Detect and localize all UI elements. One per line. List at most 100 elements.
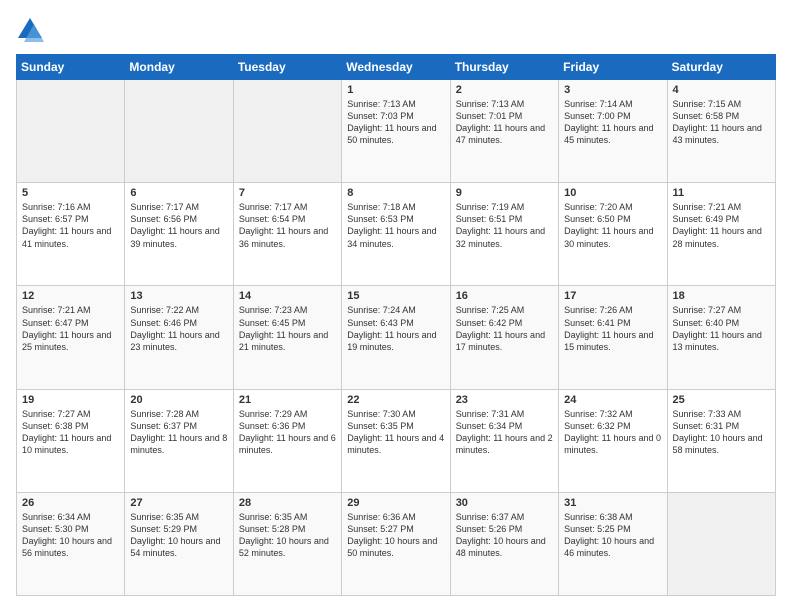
calendar-cell: 20 Sunrise: 7:28 AM Sunset: 6:37 PM Dayli… <box>125 389 233 492</box>
day-number: 31 <box>564 497 661 509</box>
day-number: 13 <box>130 290 227 302</box>
cell-daylight-info: Sunrise: 7:27 AM Sunset: 6:38 PM Dayligh… <box>22 408 119 457</box>
calendar-cell <box>125 80 233 183</box>
cell-daylight-info: Sunrise: 7:28 AM Sunset: 6:37 PM Dayligh… <box>130 408 227 457</box>
day-number: 21 <box>239 394 336 406</box>
calendar-cell: 19 Sunrise: 7:27 AM Sunset: 6:38 PM Dayli… <box>17 389 125 492</box>
day-number: 29 <box>347 497 444 509</box>
calendar-cell: 14Sunrise: 7:23 AM Sunset: 6:45 PM Dayli… <box>233 286 341 389</box>
cell-daylight-info: Sunrise: 6:36 AM Sunset: 5:27 PM Dayligh… <box>347 511 444 560</box>
cell-daylight-info: Sunrise: 7:15 AM Sunset: 6:58 PM Dayligh… <box>673 98 770 147</box>
logo-icon <box>16 16 44 44</box>
calendar-week-row: 26Sunrise: 6:34 AM Sunset: 5:30 PM Dayli… <box>17 492 776 595</box>
day-number: 10 <box>564 187 661 199</box>
weekday-header: Thursday <box>450 55 558 80</box>
weekday-header: Wednesday <box>342 55 450 80</box>
logo <box>16 16 48 44</box>
day-number: 27 <box>130 497 227 509</box>
cell-daylight-info: Sunrise: 6:37 AM Sunset: 5:26 PM Dayligh… <box>456 511 553 560</box>
cell-daylight-info: Sunrise: 7:13 AM Sunset: 7:01 PM Dayligh… <box>456 98 553 147</box>
cell-daylight-info: Sunrise: 7:25 AM Sunset: 6:42 PM Dayligh… <box>456 304 553 353</box>
calendar-week-row: 12 Sunrise: 7:21 AM Sunset: 6:47 PM Dayli… <box>17 286 776 389</box>
cell-daylight-info: Sunrise: 7:30 AM Sunset: 6:35 PM Dayligh… <box>347 408 444 457</box>
day-number: 4 <box>673 84 770 96</box>
day-number: 22 <box>347 394 444 406</box>
day-number: 15 <box>347 290 444 302</box>
cell-daylight-info: Sunrise: 6:35 AM Sunset: 5:29 PM Dayligh… <box>130 511 227 560</box>
day-number: 5 <box>22 187 119 199</box>
day-number: 9 <box>456 187 553 199</box>
calendar-cell: 8 Sunrise: 7:18 AM Sunset: 6:53 PM Daylig… <box>342 183 450 286</box>
cell-daylight-info: Sunrise: 7:22 AM Sunset: 6:46 PM Dayligh… <box>130 304 227 353</box>
cell-daylight-info: Sunrise: 7:32 AM Sunset: 6:32 PM Dayligh… <box>564 408 661 457</box>
calendar-cell: 30 Sunrise: 6:37 AM Sunset: 5:26 PM Dayli… <box>450 492 558 595</box>
day-number: 20 <box>130 394 227 406</box>
calendar-cell: 27 Sunrise: 6:35 AM Sunset: 5:29 PM Dayli… <box>125 492 233 595</box>
weekday-header: Tuesday <box>233 55 341 80</box>
day-number: 8 <box>347 187 444 199</box>
day-number: 2 <box>456 84 553 96</box>
header <box>16 16 776 44</box>
calendar-cell: 22 Sunrise: 7:30 AM Sunset: 6:35 PM Dayli… <box>342 389 450 492</box>
calendar-cell: 10 Sunrise: 7:20 AM Sunset: 6:50 PM Dayli… <box>559 183 667 286</box>
cell-daylight-info: Sunrise: 7:24 AM Sunset: 6:43 PM Dayligh… <box>347 304 444 353</box>
calendar-cell: 9 Sunrise: 7:19 AM Sunset: 6:51 PM Daylig… <box>450 183 558 286</box>
calendar-header-row: SundayMondayTuesdayWednesdayThursdayFrid… <box>17 55 776 80</box>
calendar-cell: 21 Sunrise: 7:29 AM Sunset: 6:36 PM Dayli… <box>233 389 341 492</box>
day-number: 1 <box>347 84 444 96</box>
weekday-header: Saturday <box>667 55 775 80</box>
weekday-header: Monday <box>125 55 233 80</box>
calendar-cell: 31 Sunrise: 6:38 AM Sunset: 5:25 PM Dayli… <box>559 492 667 595</box>
calendar-cell: 1 Sunrise: 7:13 AM Sunset: 7:03 PM Daylig… <box>342 80 450 183</box>
calendar-cell: 28Sunrise: 6:35 AM Sunset: 5:28 PM Dayli… <box>233 492 341 595</box>
cell-daylight-info: Sunrise: 7:19 AM Sunset: 6:51 PM Dayligh… <box>456 201 553 250</box>
cell-daylight-info: Sunrise: 7:17 AM Sunset: 6:56 PM Dayligh… <box>130 201 227 250</box>
calendar-cell: 3Sunrise: 7:14 AM Sunset: 7:00 PM Daylig… <box>559 80 667 183</box>
day-number: 25 <box>673 394 770 406</box>
day-number: 11 <box>673 187 770 199</box>
calendar-cell: 29 Sunrise: 6:36 AM Sunset: 5:27 PM Dayli… <box>342 492 450 595</box>
cell-daylight-info: Sunrise: 7:14 AM Sunset: 7:00 PM Dayligh… <box>564 98 661 147</box>
day-number: 6 <box>130 187 227 199</box>
cell-daylight-info: Sunrise: 7:21 AM Sunset: 6:47 PM Dayligh… <box>22 304 119 353</box>
calendar-cell <box>233 80 341 183</box>
cell-daylight-info: Sunrise: 7:26 AM Sunset: 6:41 PM Dayligh… <box>564 304 661 353</box>
cell-daylight-info: Sunrise: 7:27 AM Sunset: 6:40 PM Dayligh… <box>673 304 770 353</box>
cell-daylight-info: Sunrise: 7:23 AM Sunset: 6:45 PM Dayligh… <box>239 304 336 353</box>
day-number: 24 <box>564 394 661 406</box>
cell-daylight-info: Sunrise: 7:16 AM Sunset: 6:57 PM Dayligh… <box>22 201 119 250</box>
calendar-cell: 6 Sunrise: 7:17 AM Sunset: 6:56 PM Daylig… <box>125 183 233 286</box>
calendar-cell: 11 Sunrise: 7:21 AM Sunset: 6:49 PM Dayli… <box>667 183 775 286</box>
day-number: 16 <box>456 290 553 302</box>
calendar-cell: 15 Sunrise: 7:24 AM Sunset: 6:43 PM Dayli… <box>342 286 450 389</box>
day-number: 19 <box>22 394 119 406</box>
calendar-cell: 13 Sunrise: 7:22 AM Sunset: 6:46 PM Dayli… <box>125 286 233 389</box>
cell-daylight-info: Sunrise: 7:18 AM Sunset: 6:53 PM Dayligh… <box>347 201 444 250</box>
day-number: 30 <box>456 497 553 509</box>
day-number: 23 <box>456 394 553 406</box>
page: SundayMondayTuesdayWednesdayThursdayFrid… <box>0 0 792 612</box>
calendar-cell: 17Sunrise: 7:26 AM Sunset: 6:41 PM Dayli… <box>559 286 667 389</box>
cell-daylight-info: Sunrise: 6:38 AM Sunset: 5:25 PM Dayligh… <box>564 511 661 560</box>
calendar-cell: 16 Sunrise: 7:25 AM Sunset: 6:42 PM Dayli… <box>450 286 558 389</box>
calendar-cell: 23Sunrise: 7:31 AM Sunset: 6:34 PM Dayli… <box>450 389 558 492</box>
day-number: 7 <box>239 187 336 199</box>
calendar-cell: 2 Sunrise: 7:13 AM Sunset: 7:01 PM Daylig… <box>450 80 558 183</box>
cell-daylight-info: Sunrise: 7:13 AM Sunset: 7:03 PM Dayligh… <box>347 98 444 147</box>
day-number: 12 <box>22 290 119 302</box>
cell-daylight-info: Sunrise: 7:29 AM Sunset: 6:36 PM Dayligh… <box>239 408 336 457</box>
cell-daylight-info: Sunrise: 7:21 AM Sunset: 6:49 PM Dayligh… <box>673 201 770 250</box>
calendar-week-row: 19 Sunrise: 7:27 AM Sunset: 6:38 PM Dayli… <box>17 389 776 492</box>
calendar-cell: 12 Sunrise: 7:21 AM Sunset: 6:47 PM Dayli… <box>17 286 125 389</box>
calendar-cell: 7 Sunrise: 7:17 AM Sunset: 6:54 PM Daylig… <box>233 183 341 286</box>
cell-daylight-info: Sunrise: 7:17 AM Sunset: 6:54 PM Dayligh… <box>239 201 336 250</box>
calendar-table: SundayMondayTuesdayWednesdayThursdayFrid… <box>16 54 776 596</box>
calendar-cell: 5 Sunrise: 7:16 AM Sunset: 6:57 PM Daylig… <box>17 183 125 286</box>
day-number: 18 <box>673 290 770 302</box>
cell-daylight-info: Sunrise: 6:34 AM Sunset: 5:30 PM Dayligh… <box>22 511 119 560</box>
calendar-week-row: 5 Sunrise: 7:16 AM Sunset: 6:57 PM Daylig… <box>17 183 776 286</box>
calendar-cell: 24 Sunrise: 7:32 AM Sunset: 6:32 PM Dayli… <box>559 389 667 492</box>
calendar-cell: 26Sunrise: 6:34 AM Sunset: 5:30 PM Dayli… <box>17 492 125 595</box>
cell-daylight-info: Sunrise: 7:20 AM Sunset: 6:50 PM Dayligh… <box>564 201 661 250</box>
calendar-cell: 25Sunrise: 7:33 AM Sunset: 6:31 PM Dayli… <box>667 389 775 492</box>
